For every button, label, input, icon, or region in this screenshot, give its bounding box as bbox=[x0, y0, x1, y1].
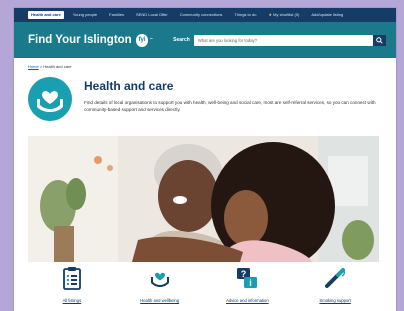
category-smoking-support[interactable]: Smoking support bbox=[295, 266, 375, 303]
nav-item-health-and-care[interactable]: Health and care bbox=[28, 11, 64, 19]
page-description: Find details of local organisations to s… bbox=[84, 100, 376, 112]
fyi-logo-icon[interactable]: fyi bbox=[135, 33, 149, 47]
nav-item-things-to-do[interactable]: Things to do bbox=[231, 11, 259, 19]
intro-section: Health and care Find details of local or… bbox=[14, 69, 396, 121]
nav-item-add-update-listing[interactable]: Add/update listing bbox=[308, 11, 346, 19]
hero-image bbox=[28, 136, 379, 262]
clipboard-list-icon bbox=[62, 267, 81, 290]
breadcrumb-separator: > bbox=[39, 64, 43, 69]
search-button[interactable] bbox=[373, 34, 386, 46]
browser-frame: Health and care Young people Families SE… bbox=[14, 8, 396, 311]
nav-item-send-local-offer[interactable]: SEND Local Offer bbox=[133, 11, 171, 19]
category-label[interactable]: Advice and information bbox=[226, 298, 269, 303]
site-header: Find Your Islington fyi ⁼ Search bbox=[14, 22, 396, 58]
nav-item-young-people[interactable]: Young people bbox=[70, 11, 100, 19]
nav-item-community-connections[interactable]: Community connections bbox=[177, 11, 226, 19]
category-label[interactable]: Health and wellbeing bbox=[140, 298, 179, 303]
breadcrumb-home-link[interactable]: Home bbox=[28, 64, 39, 69]
breadcrumb-current: Health and care bbox=[43, 64, 72, 69]
no-smoking-icon bbox=[325, 268, 346, 288]
nav-item-my-shortlist[interactable]: ★ My shortlist (0) bbox=[265, 11, 302, 19]
help-info-icon: ? i bbox=[237, 268, 258, 288]
nav-item-families[interactable]: Families bbox=[106, 11, 127, 19]
category-advice-and-information[interactable]: ? i Advice and information bbox=[207, 266, 287, 303]
category-label[interactable]: All listings bbox=[63, 298, 82, 303]
page-title: Health and care bbox=[84, 79, 174, 93]
search-icon bbox=[376, 36, 383, 44]
category-links: All listings Health and wellbeing ? i Ad… bbox=[28, 266, 379, 303]
svg-text:i: i bbox=[250, 278, 253, 288]
search-input[interactable] bbox=[193, 34, 374, 46]
intro-text: Health and care Find details of local or… bbox=[84, 77, 382, 113]
shortlist-label: My shortlist (0) bbox=[273, 12, 300, 17]
logo-text: fyi bbox=[138, 37, 146, 43]
breadcrumb: Home > Health and care bbox=[14, 58, 396, 69]
heart-hands-icon bbox=[28, 77, 72, 121]
top-navigation: Health and care Young people Families SE… bbox=[14, 8, 396, 22]
search-label: Search bbox=[173, 37, 190, 43]
two-women-hugging-photo bbox=[28, 136, 379, 262]
heart-hands-icon bbox=[150, 272, 169, 287]
logo-rays-icon: ⁼ bbox=[149, 37, 154, 44]
category-health-and-wellbeing[interactable]: Health and wellbeing bbox=[120, 266, 200, 303]
star-icon: ★ bbox=[268, 12, 273, 17]
category-label[interactable]: Smoking support bbox=[319, 298, 350, 303]
site-brand[interactable]: Find Your Islington bbox=[28, 34, 132, 46]
category-all-listings[interactable]: All listings bbox=[32, 266, 112, 303]
